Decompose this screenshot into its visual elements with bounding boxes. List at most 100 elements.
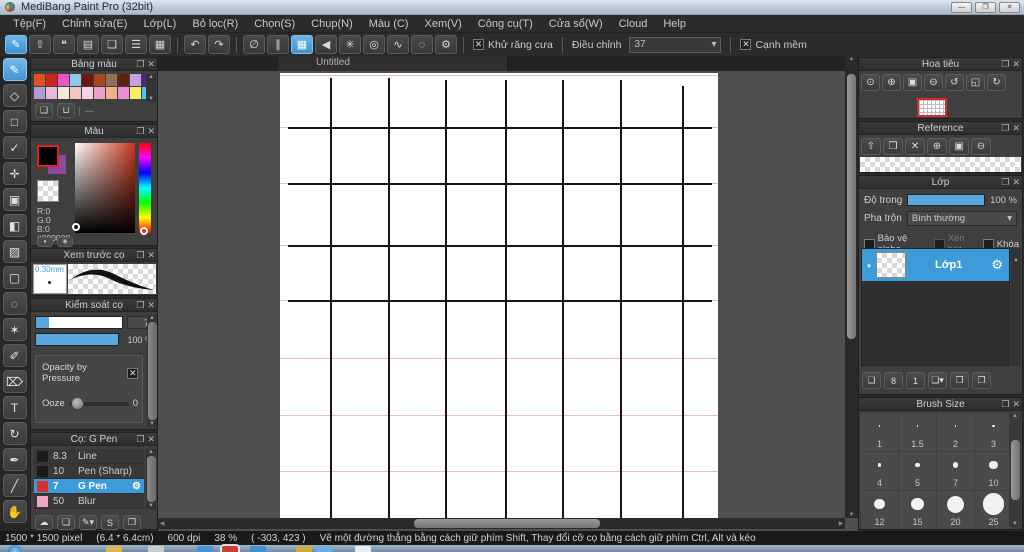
start-orb[interactable] xyxy=(8,545,22,552)
hue-slider[interactable] xyxy=(139,143,151,235)
soft-edge-checkbox[interactable]: ✕ Cạnh mềm xyxy=(740,39,807,51)
grid-snap-button[interactable]: ▦ xyxy=(291,35,313,54)
layer-row[interactable]: ● Lớp1 ⚙ xyxy=(862,249,1009,281)
grid-panel-button[interactable]: ▦ xyxy=(149,35,171,54)
brush-size-header[interactable]: Brush Size ❐ ✕ xyxy=(859,398,1022,411)
delete-swatch-button[interactable]: ⊔ xyxy=(57,103,75,118)
brush-size-cell[interactable]: 2 xyxy=(937,413,974,451)
popout-icon[interactable]: ❐ xyxy=(1001,58,1009,71)
brush-size-cell[interactable]: 3 xyxy=(975,413,1012,451)
ooze-slider[interactable] xyxy=(68,396,129,410)
ref-zoom-in-button[interactable]: ⊕ xyxy=(927,138,947,155)
snap-settings-button[interactable]: ⚙ xyxy=(435,35,457,54)
palette-scrollbar[interactable]: ▲ ▼ xyxy=(146,74,156,102)
new-1bit-layer-button[interactable]: 1 xyxy=(906,372,925,389)
hue-cursor[interactable] xyxy=(140,227,148,235)
tool-select-lasso[interactable]: ◌ xyxy=(2,292,27,315)
menu-tools[interactable]: Công cụ(T) xyxy=(471,16,540,32)
new-layer-button[interactable]: ❏ xyxy=(862,372,881,389)
fit-window-button[interactable]: ▣ xyxy=(903,74,922,91)
popout-icon[interactable]: ❐ xyxy=(136,58,144,71)
menu-view[interactable]: Xem(V) xyxy=(417,16,468,32)
brush-list-item[interactable]: 7 G Pen ⚙ xyxy=(34,479,144,494)
tool-gradient[interactable]: ▨ xyxy=(2,240,27,263)
script-brush-button[interactable]: S xyxy=(101,515,119,530)
tool-text[interactable]: T xyxy=(2,396,27,419)
rotate-cw-button[interactable]: ↻ xyxy=(987,74,1006,91)
redo-button[interactable]: ↷ xyxy=(208,35,230,54)
tool-rotate[interactable]: ↻ xyxy=(2,422,27,445)
brush-folder-button[interactable]: ❒ xyxy=(123,515,141,530)
taskbar-icon-4[interactable] xyxy=(222,546,238,552)
tool-eraser[interactable]: ◇ xyxy=(2,84,27,107)
duplicate-layer-button[interactable]: ❐ xyxy=(972,372,991,389)
antialias-checkbox-box[interactable]: ✕ xyxy=(473,39,484,50)
layer-folder-button[interactable]: ❒ xyxy=(950,372,969,389)
layer-blend-dropdown[interactable]: Bình thường ▾ xyxy=(906,211,1017,226)
saturation-value-picker[interactable] xyxy=(72,143,135,233)
color-mode-button-2[interactable]: ◉ xyxy=(57,237,73,247)
tool-hand[interactable]: ✋ xyxy=(2,500,27,523)
curve-snap-button[interactable]: ∿ xyxy=(387,35,409,54)
menu-capture[interactable]: Chụp(N) xyxy=(304,16,360,32)
publish-button[interactable]: ⇧ xyxy=(29,35,51,54)
brush-size-cell[interactable]: 5 xyxy=(899,452,936,490)
comment-button[interactable]: ❝ xyxy=(53,35,75,54)
brush-list-item[interactable]: 10 Pen (Sharp) xyxy=(34,464,144,479)
taskbar-icon-8[interactable] xyxy=(355,546,371,552)
rotate-ccw-button[interactable]: ↺ xyxy=(945,74,964,91)
gear-icon[interactable]: ⚙ xyxy=(132,481,141,492)
brush-size-scrollbar[interactable]: ▲ ▼ xyxy=(1009,413,1021,527)
brush-size-cell[interactable]: 1.5 xyxy=(899,413,936,451)
color-swatch[interactable] xyxy=(106,74,117,86)
hatching-button[interactable]: ∥ xyxy=(267,35,289,54)
material-panel-button[interactable]: ☰ xyxy=(125,35,147,54)
menu-window[interactable]: Cửa sổ(W) xyxy=(542,16,610,32)
drawing-canvas[interactable] xyxy=(280,73,718,518)
tool-magic-wand[interactable]: ✶ xyxy=(2,318,27,341)
document-tab[interactable]: Untitled xyxy=(278,56,508,71)
color-panel-header[interactable]: Màu ❐ ✕ xyxy=(31,125,157,138)
brush-size-cell[interactable]: 15 xyxy=(899,491,936,529)
gear-icon[interactable]: ⚙ xyxy=(991,257,1003,273)
ref-import-button[interactable]: ⇧ xyxy=(861,138,881,155)
popout-icon[interactable]: ❐ xyxy=(1001,122,1009,135)
color-swatch[interactable] xyxy=(118,74,129,86)
tool-figure[interactable]: □ xyxy=(2,110,27,133)
brush-list-item[interactable]: 8.3 Line xyxy=(34,449,144,464)
edit-brush-button[interactable]: ✎▾ xyxy=(79,515,97,530)
chat-button[interactable]: ▤ xyxy=(77,35,99,54)
taskbar-icon-6[interactable] xyxy=(296,546,312,552)
menu-color[interactable]: Màu (C) xyxy=(362,16,416,32)
brush-size-cell[interactable]: 25 xyxy=(975,491,1012,529)
reset-view-button[interactable]: ◱ xyxy=(966,74,985,91)
close-icon[interactable]: ✕ xyxy=(1012,122,1020,135)
tool-eyedropper[interactable]: ╱ xyxy=(2,474,27,497)
cloud-save-button[interactable]: ✎ xyxy=(5,35,27,54)
taskbar-icon-5[interactable] xyxy=(250,546,266,552)
close-icon[interactable]: ✕ xyxy=(147,249,155,262)
color-swatch[interactable] xyxy=(106,87,117,99)
new-swatch-button[interactable]: ❏ xyxy=(35,103,53,118)
ellipse-snap-button[interactable]: ◌ xyxy=(411,35,433,54)
pressure-checkbox[interactable]: ✕ xyxy=(127,367,138,379)
document-button[interactable]: ❏ xyxy=(101,35,123,54)
hscroll-thumb[interactable] xyxy=(414,519,600,528)
brush-preview-header[interactable]: Xem trước cọ ❐ ✕ xyxy=(31,249,157,262)
cloud-brush-button[interactable]: ☁ xyxy=(35,515,53,530)
navigator-header[interactable]: Hoa tiêu ❐ ✕ xyxy=(859,58,1022,71)
canvas-vertical-scrollbar[interactable]: ▲ ▼ xyxy=(845,56,858,518)
menu-select[interactable]: Chọn(S) xyxy=(247,16,302,32)
canvas-horizontal-scrollbar[interactable]: ◀ ▶ xyxy=(158,518,845,529)
transparent-color-swatch[interactable] xyxy=(37,180,59,202)
close-icon[interactable]: ✕ xyxy=(147,125,155,138)
taskbar-icon-1[interactable] xyxy=(106,546,122,552)
close-icon[interactable]: ✕ xyxy=(1012,58,1020,71)
brush-size-cell[interactable]: 10 xyxy=(975,452,1012,490)
close-icon[interactable]: ✕ xyxy=(147,433,155,446)
brush-size-cell[interactable]: 7 xyxy=(937,452,974,490)
title-bar[interactable]: MediBang Paint Pro (32bit) — ❐ ✕ xyxy=(0,0,1024,15)
brush-list-scrollbar[interactable]: ▲ ▼ xyxy=(146,449,156,509)
zoom-in-button[interactable]: ⊕ xyxy=(882,74,901,91)
undo-button[interactable]: ↶ xyxy=(184,35,206,54)
